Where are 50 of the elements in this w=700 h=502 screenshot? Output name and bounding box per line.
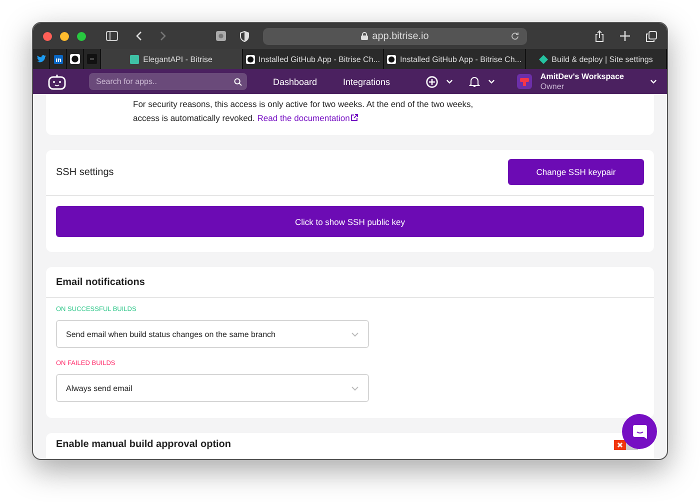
search-field[interactable]: Search for apps.. — [89, 73, 247, 90]
show-key-button[interactable]: Click to show SSH public key — [56, 206, 644, 238]
workspace-name: AmitDev's Workspace — [540, 72, 624, 82]
chevron-down-icon[interactable] — [446, 79, 454, 84]
dropdown[interactable]: Send email when build status changes on the same branch — [56, 320, 369, 348]
card-title: SSH settings — [56, 166, 114, 178]
search-input[interactable]: Search for apps.. — [94, 76, 234, 87]
dropdown[interactable]: Always send email — [56, 374, 369, 402]
browser-tab[interactable]: Installed GitHub App - Bitrise Ch... — [384, 49, 526, 69]
browser-tab[interactable]: ElegantAPI - Bitrise — [101, 49, 242, 69]
address-text: app.bitrise.io — [372, 30, 429, 42]
robot-logo-icon[interactable] — [47, 74, 67, 90]
minimize-icon[interactable] — [60, 32, 69, 40]
close-icon — [617, 442, 623, 448]
chevron-down-icon[interactable] — [488, 79, 496, 84]
lock-icon — [361, 32, 368, 40]
chevron-down-icon — [351, 386, 359, 391]
nav-link[interactable]: Integrations — [343, 76, 390, 86]
square-icon — [130, 54, 140, 64]
diamond-icon — [538, 54, 548, 64]
bell-icon[interactable] — [469, 76, 480, 87]
workspace-logo-icon[interactable] — [517, 74, 532, 89]
change-keypair-button[interactable]: Change SSH keypair — [508, 159, 644, 186]
card-title: Enable manual build approval option — [56, 439, 232, 450]
address-bar[interactable]: app.bitrise.io — [263, 28, 527, 44]
linkedin-icon[interactable] — [54, 54, 62, 64]
tabs-overview-icon[interactable] — [646, 30, 657, 42]
back-icon[interactable] — [136, 31, 142, 41]
reload-icon[interactable] — [511, 32, 519, 40]
browser-tab[interactable]: Installed GitHub App - Bitrise Ch... — [242, 49, 384, 69]
search-icon — [234, 78, 242, 86]
forward-icon[interactable] — [160, 31, 166, 41]
external-link-icon — [350, 114, 358, 121]
chevron-down-icon[interactable] — [650, 79, 657, 84]
shield-icon[interactable] — [240, 30, 249, 42]
zoom-icon[interactable] — [77, 32, 86, 40]
bird-icon[interactable] — [36, 55, 46, 63]
nav-link[interactable]: Dashboard — [273, 76, 318, 86]
chevron-down-icon — [351, 332, 359, 337]
close-icon[interactable] — [43, 32, 52, 40]
plus-icon[interactable] — [620, 31, 630, 41]
add-icon[interactable] — [426, 76, 438, 88]
share-icon[interactable] — [595, 30, 604, 42]
chat-bubble-icon — [632, 424, 648, 440]
documentation-link[interactable]: Read the documentation — [257, 112, 358, 123]
workspace-role: Owner — [540, 82, 565, 91]
browser-tab[interactable]: Build & deploy | Site settings — [526, 49, 667, 69]
sidebar-icon[interactable] — [106, 31, 118, 41]
card-title: Email notifications — [56, 277, 146, 288]
access-notice: For security reasons, this access is only active for two weeks. At the end of the two weeks, access is automatically revoked. Read the documentation — [133, 98, 474, 125]
